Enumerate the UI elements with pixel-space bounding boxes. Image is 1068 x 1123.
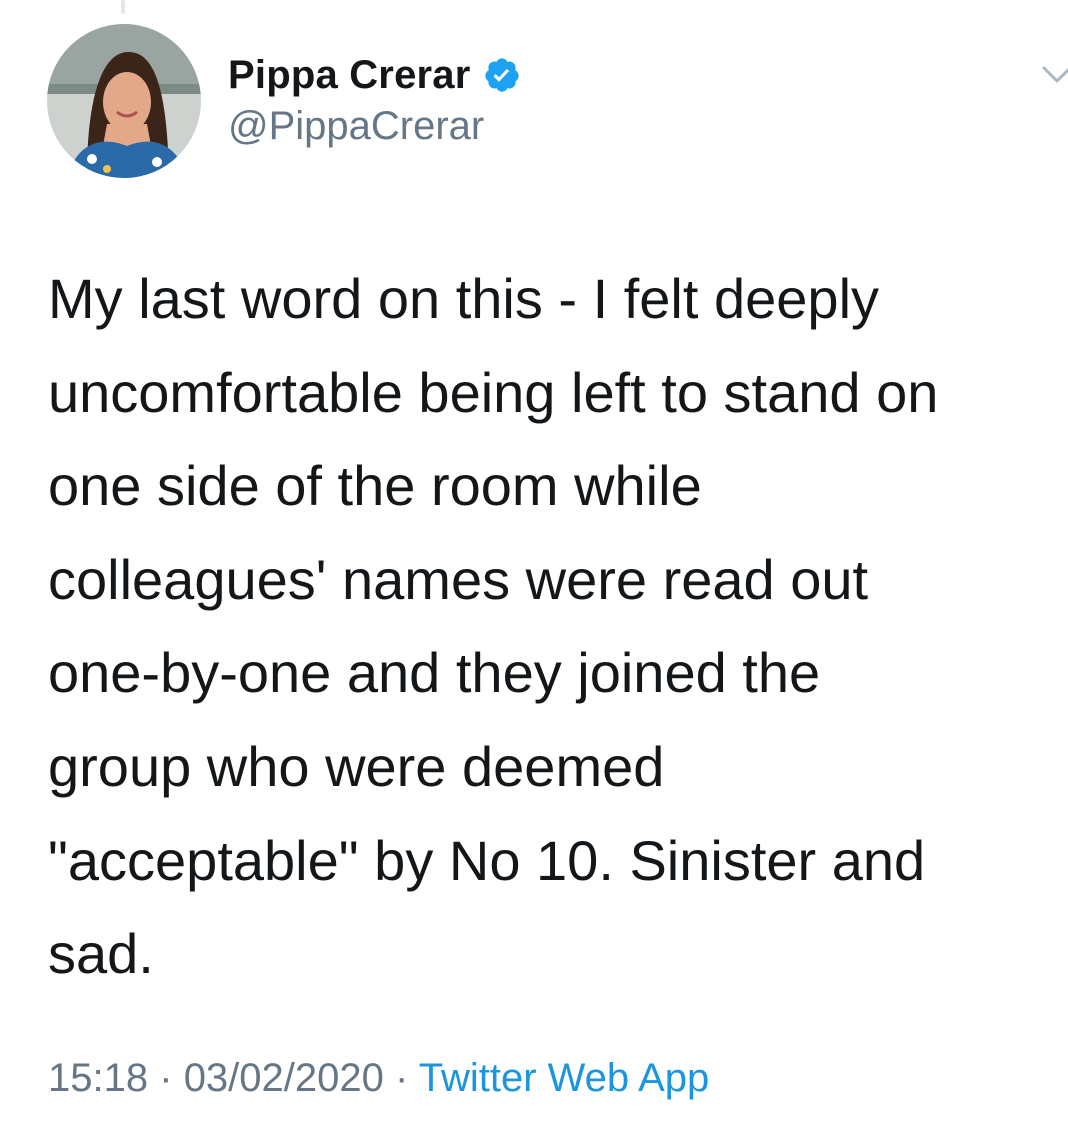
tweet-text-line: "acceptable" by No 10. Sinister and xyxy=(48,828,926,892)
author-avatar[interactable] xyxy=(47,24,201,178)
tweet-text-line: sad. xyxy=(48,922,154,986)
meta-separator: · xyxy=(159,1056,173,1100)
tweet-metadata: 15:18 · 03/02/2020 · Twitter Web App xyxy=(48,1056,709,1101)
meta-separator: · xyxy=(395,1056,409,1100)
tweet-text: My last word on this - I felt deeply unc… xyxy=(48,252,1063,1001)
tweet-text-line: uncomfortable being left to stand on xyxy=(48,360,939,424)
author-name-row[interactable]: Pippa Crerar xyxy=(228,50,521,100)
tweet-time[interactable]: 15:18 xyxy=(48,1056,148,1100)
tweet-text-line: colleagues' names were read out xyxy=(48,547,869,611)
thread-connector-line xyxy=(121,0,125,14)
tweet-text-line: My last word on this - I felt deeply xyxy=(48,267,880,330)
author-name[interactable]: Pippa Crerar xyxy=(228,53,471,98)
tweet-text-line: one side of the room while xyxy=(48,454,702,518)
tweet-text-line: group who were deemed xyxy=(48,734,665,798)
tweet-date[interactable]: 03/02/2020 xyxy=(184,1056,384,1100)
verified-badge-icon xyxy=(484,58,519,92)
tweet-source-link[interactable]: Twitter Web App xyxy=(419,1056,710,1100)
tweet-text-line: one-by-one and they joined the xyxy=(48,641,821,705)
author-handle[interactable]: @PippaCrerar xyxy=(228,104,484,149)
avatar-photo xyxy=(47,24,201,178)
chevron-down-icon[interactable] xyxy=(1040,62,1068,88)
